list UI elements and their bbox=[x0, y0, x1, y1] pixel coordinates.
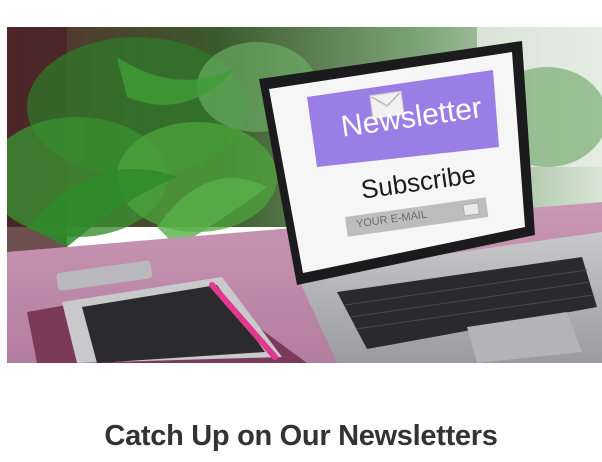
hero-image: Newsletter Subscribe YOUR E-MAIL bbox=[7, 27, 602, 363]
section-heading: Catch Up on Our Newsletters bbox=[104, 420, 498, 452]
mail-icon bbox=[462, 202, 480, 217]
